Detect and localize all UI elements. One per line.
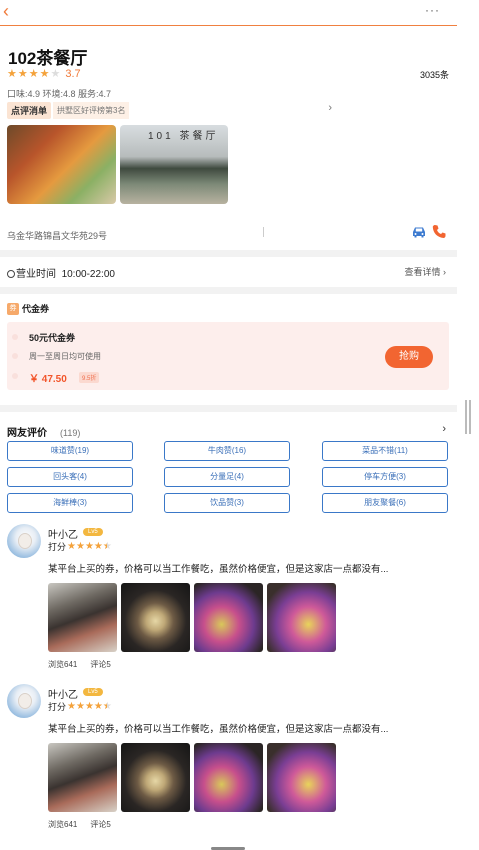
review-text[interactable]: 某平台上买的券，价格可以当工作餐吃，虽然价格便宜，但是这家店一点都没有... <box>48 561 388 575</box>
hours-value: 10:00-22:00 <box>61 269 115 280</box>
shop-address[interactable]: 乌金华路锦昌文华苑29号 <box>7 231 107 241</box>
review-tag[interactable]: 分量足(4) <box>164 467 290 487</box>
review-text[interactable]: 某平台上买的券，价格可以当工作餐吃，虽然价格便宜，但是这家店一点都没有... <box>48 721 388 735</box>
voucher-discount: 9.5折 <box>79 372 100 383</box>
section-divider <box>0 250 457 257</box>
voucher-header: 券 代金券 <box>7 302 49 315</box>
voucher-name: 50元代金券 <box>29 333 76 343</box>
clock-icon <box>7 270 15 278</box>
comments-count[interactable]: 评论5 <box>90 820 110 829</box>
store-sign: 101 茶餐厅 <box>148 131 219 142</box>
review-tag[interactable]: 牛肉赞(16) <box>164 441 290 461</box>
voucher-tag-icon: 券 <box>7 302 19 315</box>
more-icon[interactable]: ··· <box>425 3 440 17</box>
star-icon: ★ <box>67 700 76 712</box>
hours-row[interactable]: 营业时间 10:00-22:00 查看详情 › <box>7 265 449 280</box>
section-divider <box>0 287 457 294</box>
reviews-header[interactable]: 网友评价 (119) › <box>7 423 449 439</box>
level-badge: Lv5 <box>83 688 103 696</box>
views-count: 浏览641 <box>48 660 78 669</box>
review-photo[interactable] <box>194 583 263 652</box>
review-tag[interactable]: 停车方便(3) <box>322 467 448 487</box>
star-icon: ★ <box>28 67 39 80</box>
star-icon: ★ <box>67 540 76 552</box>
chevron-right-icon[interactable]: › <box>442 423 446 435</box>
reviews-count: (119) <box>60 428 81 438</box>
buy-button[interactable]: 抢购 <box>385 346 433 368</box>
voucher-card[interactable]: 50元代金券 周一至周日均可使用 ￥ 47.50 9.5折 抢购 <box>7 322 449 390</box>
star-icon: ★ <box>7 67 17 80</box>
rating-row: ★ ★ ★ ★ ★ 3.7 3035条 <box>7 68 449 80</box>
section-divider <box>0 405 457 412</box>
reviews-title: 网友评价 <box>7 428 47 439</box>
review-stats: 浏览641 评论5 <box>48 819 124 830</box>
review-photo[interactable] <box>267 743 336 812</box>
star-half-icon: ★★ <box>102 540 112 552</box>
review-tag[interactable]: 朋友聚餐(6) <box>322 493 448 513</box>
rank-badge: 点评消单 <box>7 101 52 119</box>
star-icon: ★ <box>39 67 50 80</box>
shop-detail-page: ‹ ··· 102茶餐厅 ★ ★ ★ ★ ★ 3.7 3035条 口味:4.9 … <box>0 0 457 850</box>
back-icon[interactable]: ‹ <box>3 2 9 20</box>
rating-score: 3.7 <box>65 68 81 80</box>
star-icon: ★ <box>75 700 85 712</box>
sub-scores: 口味:4.9 环境:4.8 服务:4.7 <box>7 89 112 99</box>
voucher-price: ￥ 47.50 <box>29 374 67 385</box>
review-tag[interactable]: 味道赞(19) <box>7 441 133 461</box>
bullet-icon <box>12 353 18 359</box>
rate-label: 打分 <box>48 702 67 712</box>
review-username[interactable]: 叶小乙 <box>48 526 78 541</box>
star-empty-icon: ★ <box>50 67 61 80</box>
bullet-icon <box>12 334 18 340</box>
rank-banner[interactable]: 点评消单 拱墅区好评榜第3名 › <box>7 101 332 119</box>
review-photo[interactable] <box>48 583 117 652</box>
review-username[interactable]: 叶小乙 <box>48 686 78 701</box>
level-badge: Lv5 <box>83 528 103 536</box>
voucher-section-title: 代金券 <box>22 304 50 314</box>
review-tag[interactable]: 回头客(4) <box>7 467 133 487</box>
review-photo[interactable] <box>48 743 117 812</box>
hours-label: 营业时间 <box>16 269 56 280</box>
review-tag[interactable]: 饮品赞(3) <box>164 493 290 513</box>
star-icon: ★ <box>17 67 28 80</box>
shop-photo-storefront[interactable]: 101 茶餐厅 <box>120 125 228 204</box>
bullet-icon <box>12 373 18 379</box>
review-tag[interactable]: 菜品不错(11) <box>322 441 448 461</box>
voucher-desc: 周一至周日均可使用 <box>29 352 101 361</box>
review-stats: 浏览641 评论5 <box>48 659 124 670</box>
rank-text: 拱墅区好评榜第3名 <box>53 101 130 119</box>
star-icon: ★ <box>93 540 103 552</box>
shop-name: 102茶餐厅 <box>8 49 88 68</box>
comments-count[interactable]: 评论5 <box>90 660 110 669</box>
review-photo[interactable] <box>121 583 190 652</box>
review-photo[interactable] <box>194 743 263 812</box>
star-icon: ★ <box>75 540 85 552</box>
review-rating: 打分 ★ ★ ★ ★ ★★ <box>48 540 112 553</box>
review-rating: 打分 ★ ★ ★ ★ ★★ <box>48 700 112 713</box>
car-icon[interactable] <box>411 225 427 239</box>
divider <box>263 227 264 237</box>
star-icon: ★ <box>84 540 94 552</box>
shop-photo-food[interactable] <box>7 125 116 204</box>
avatar[interactable] <box>7 524 41 558</box>
rate-label: 打分 <box>48 542 67 552</box>
review-photo[interactable] <box>267 583 336 652</box>
hours-details-link[interactable]: 查看详情 › <box>405 265 447 278</box>
star-half-icon: ★★ <box>102 700 112 712</box>
review-photo[interactable] <box>121 743 190 812</box>
review-count[interactable]: 3035条 <box>420 68 449 81</box>
phone-icon[interactable] <box>432 224 446 239</box>
address-row: 乌金华路锦昌文华苑29号 <box>7 224 449 241</box>
chevron-right-icon: › <box>328 102 332 114</box>
top-bar: ‹ ··· <box>0 0 457 26</box>
scrollbar-handle[interactable] <box>465 400 471 434</box>
avatar[interactable] <box>7 684 41 718</box>
review-tag[interactable]: 海鲜棒(3) <box>7 493 133 513</box>
star-icon: ★ <box>84 700 94 712</box>
views-count: 浏览641 <box>48 820 78 829</box>
star-icon: ★ <box>93 700 103 712</box>
